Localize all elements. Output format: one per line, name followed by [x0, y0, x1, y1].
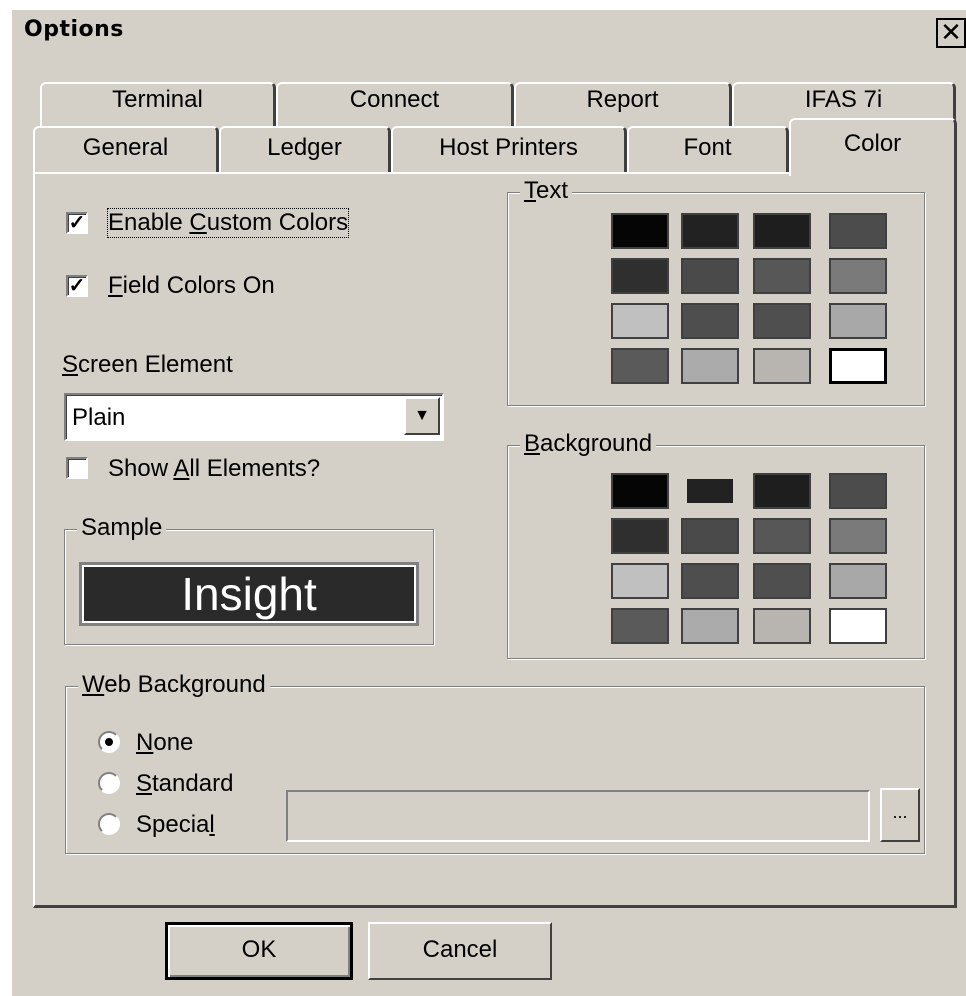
screen-element-label: Screen Element: [62, 351, 233, 378]
web-background-special-label[interactable]: Special: [136, 811, 215, 839]
text-color-swatch[interactable]: [611, 258, 669, 294]
close-button[interactable]: ✕: [936, 18, 966, 48]
background-color-swatch[interactable]: [753, 518, 811, 554]
radio-selected-dot: [105, 738, 113, 746]
screen-element-select[interactable]: Plain ▼: [64, 393, 444, 441]
text-color-swatch[interactable]: [829, 258, 887, 294]
background-color-swatch[interactable]: [681, 473, 739, 509]
text-color-swatch[interactable]: [611, 348, 669, 384]
text-color-swatch[interactable]: [611, 213, 669, 249]
tab-color[interactable]: Color: [789, 118, 957, 176]
background-color-swatch[interactable]: [829, 563, 887, 599]
tab-label: Font: [683, 134, 732, 161]
web-background-none-radio[interactable]: [98, 731, 120, 753]
tab-ledger[interactable]: Ledger: [219, 126, 391, 172]
background-color-swatch[interactable]: [829, 473, 887, 509]
background-color-swatch[interactable]: [681, 563, 739, 599]
tab-terminal[interactable]: Terminal: [40, 82, 276, 126]
web-background-special-radio[interactable]: [98, 813, 120, 835]
text-color-swatch[interactable]: [611, 303, 669, 339]
background-color-swatch[interactable]: [611, 518, 669, 554]
title-bar[interactable]: Options ✕: [12, 10, 966, 56]
tab-general[interactable]: General: [33, 126, 219, 172]
chevron-down-icon: ▼: [414, 407, 430, 424]
tab-font[interactable]: Font: [627, 126, 789, 172]
web-background-standard-label[interactable]: Standard: [136, 770, 233, 798]
cancel-button[interactable]: Cancel: [368, 922, 552, 980]
field-colors-on-label[interactable]: Field Colors On: [108, 272, 275, 300]
background-color-swatch[interactable]: [681, 518, 739, 554]
text-color-swatch[interactable]: [753, 258, 811, 294]
tab-label: General: [82, 134, 169, 161]
web-background-standard-radio[interactable]: [98, 772, 120, 794]
tab-label: Color: [843, 130, 902, 157]
tab-label: Connect: [349, 86, 440, 113]
tab-label: IFAS 7i: [804, 86, 883, 113]
show-all-elements-checkbox[interactable]: [66, 457, 88, 479]
dropdown-arrow-button[interactable]: ▼: [404, 397, 440, 435]
sample-group-title: Sample: [77, 514, 167, 542]
show-all-elements-label[interactable]: Show All Elements?: [108, 455, 320, 483]
text-color-swatch[interactable]: [829, 213, 887, 249]
tab-label: Ledger: [267, 134, 342, 161]
enable-custom-colors-checkbox[interactable]: ✓: [66, 212, 88, 234]
background-color-swatch[interactable]: [829, 518, 887, 554]
background-color-swatch[interactable]: [753, 473, 811, 509]
sample-group: Sample Insight: [64, 514, 434, 645]
background-color-swatch[interactable]: [753, 608, 811, 644]
screen-element-value: Plain: [72, 404, 126, 431]
web-background-group-title: Web Background: [78, 671, 270, 699]
field-colors-on-checkbox[interactable]: ✓: [66, 275, 88, 297]
background-color-swatch[interactable]: [611, 563, 669, 599]
tab-connect[interactable]: Connect: [276, 82, 514, 126]
web-background-none-label[interactable]: None: [136, 729, 193, 757]
tab-label: Terminal: [112, 86, 203, 113]
text-color-group-title: Text: [520, 177, 573, 205]
text-color-swatch[interactable]: [681, 213, 739, 249]
enable-custom-colors-label[interactable]: Enable Custom Colors: [106, 208, 350, 238]
window-title: Options: [24, 17, 124, 42]
tab-label: Host Printers: [439, 134, 578, 161]
background-color-group-title: Background: [520, 430, 657, 458]
text-color-swatch[interactable]: [753, 303, 811, 339]
text-color-swatch[interactable]: [681, 258, 739, 294]
background-color-swatch[interactable]: [611, 473, 669, 509]
browse-button[interactable]: ...: [880, 788, 920, 842]
close-icon: ✕: [940, 17, 962, 47]
ok-button[interactable]: OK: [165, 922, 353, 980]
text-color-swatch[interactable]: [681, 303, 739, 339]
sample-preview: Insight: [79, 562, 419, 626]
background-color-swatch[interactable]: [829, 608, 887, 644]
tab-label: Report: [586, 86, 659, 113]
text-color-swatch[interactable]: [829, 348, 887, 384]
web-background-path-field[interactable]: [286, 790, 870, 842]
text-color-swatch[interactable]: [829, 303, 887, 339]
text-color-swatch[interactable]: [681, 348, 739, 384]
text-color-swatch[interactable]: [753, 348, 811, 384]
text-color-swatch[interactable]: [753, 213, 811, 249]
background-color-swatch[interactable]: [753, 563, 811, 599]
background-color-swatch[interactable]: [611, 608, 669, 644]
background-color-swatch[interactable]: [681, 608, 739, 644]
tab-host-printers[interactable]: Host Printers: [391, 126, 627, 172]
tab-report[interactable]: Report: [514, 82, 732, 126]
